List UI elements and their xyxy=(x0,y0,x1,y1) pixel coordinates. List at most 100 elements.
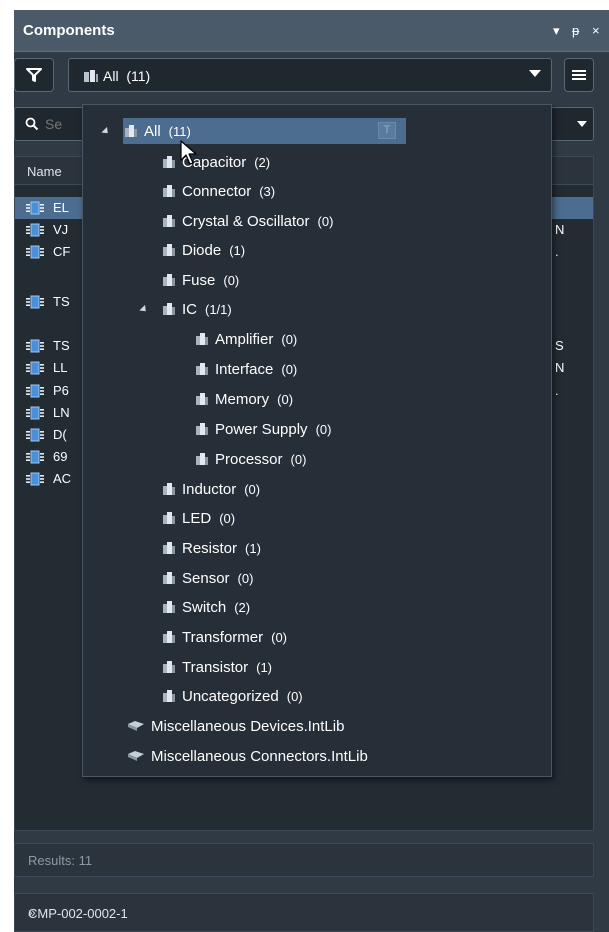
tree-node-fuse[interactable]: Fuse (0) xyxy=(162,267,239,293)
tree-node-label: Transformer xyxy=(182,628,264,646)
component-icon xyxy=(163,303,175,315)
chip-icon xyxy=(26,406,44,420)
tree-node-inductor[interactable]: Inductor (0) xyxy=(162,476,260,502)
tree-node-crystal-oscillator[interactable]: Crystal & Oscillator (0) xyxy=(162,208,333,234)
tree-node-count: (0) xyxy=(223,272,240,288)
tree-node-count: (0) xyxy=(271,629,288,645)
tree-node-label: Interface xyxy=(215,360,274,378)
panel-menu-arrow-icon[interactable]: ▾ xyxy=(553,23,560,39)
tree-node-memory[interactable]: Memory (0) xyxy=(195,386,293,412)
row-name: LL xyxy=(53,360,68,375)
close-icon[interactable]: × xyxy=(592,23,600,39)
row-extra: N xyxy=(555,222,565,237)
row-name: VJ xyxy=(53,222,69,237)
chip-icon xyxy=(26,450,44,464)
tree-node-count: (0) xyxy=(281,331,298,347)
panel-title: Components xyxy=(23,22,115,39)
row-name: LN xyxy=(53,405,70,420)
component-icon xyxy=(196,393,208,405)
row-name: TS xyxy=(53,294,70,309)
panel-menu-button[interactable] xyxy=(564,58,594,92)
tree-node-count: (1/1) xyxy=(205,301,232,317)
tree-node-label: Resistor xyxy=(182,539,238,557)
pin-icon[interactable]: ᵽ xyxy=(572,23,579,39)
row-extra: . xyxy=(555,383,559,398)
tree-node-count: (3) xyxy=(259,183,276,199)
tree-node-count: (0) xyxy=(237,570,254,586)
tree-node-count: (0) xyxy=(315,421,332,437)
filter-button[interactable] xyxy=(14,58,54,92)
component-icon xyxy=(163,483,175,495)
tree-node-label: LED xyxy=(182,509,212,527)
tree-node-count: (0) xyxy=(286,688,303,704)
tree-node-led[interactable]: LED (0) xyxy=(162,505,235,531)
component-icon xyxy=(163,690,175,702)
chip-icon xyxy=(26,472,44,486)
tree-node-count: (0) xyxy=(290,451,307,467)
component-icon xyxy=(163,631,175,643)
tree-node-switch[interactable]: Switch (2) xyxy=(162,594,250,620)
panel-titlebar: Components ▾ ᵽ × xyxy=(14,10,609,52)
expand-arrow-icon[interactable] xyxy=(101,126,111,136)
tree-node-interface[interactable]: Interface (0) xyxy=(195,356,297,382)
tree-node-library[interactable]: Miscellaneous Connectors.IntLib xyxy=(127,743,368,769)
details-bar[interactable]: CMP-002-0002-1 » xyxy=(14,893,594,932)
expand-chevron-icon[interactable]: » xyxy=(28,904,579,920)
tree-node-label: Processor xyxy=(215,450,283,468)
chip-icon xyxy=(26,384,44,398)
tree-node-count: (1) xyxy=(229,242,246,258)
component-icon xyxy=(163,542,175,554)
row-name: 69 xyxy=(53,449,68,464)
component-icon xyxy=(163,215,175,227)
chip-icon xyxy=(26,245,44,259)
component-icon xyxy=(163,156,175,168)
tree-node-label: Sensor xyxy=(182,569,230,587)
chip-icon xyxy=(26,295,44,309)
category-combo[interactable]: All (11) xyxy=(68,58,552,92)
component-icon xyxy=(163,572,175,584)
component-icon xyxy=(196,333,208,345)
row-extra: . xyxy=(555,244,559,259)
tree-node-processor[interactable]: Processor (0) xyxy=(195,446,306,472)
tree-node-amplifier[interactable]: Amplifier (0) xyxy=(195,326,297,352)
search-options-arrow-icon[interactable] xyxy=(577,121,587,127)
library-icon xyxy=(128,751,144,761)
tree-node-count: (1) xyxy=(245,540,261,556)
tree-node-ic[interactable]: IC (1/1) xyxy=(139,296,232,322)
component-icon xyxy=(163,274,175,286)
combo-arrow-icon[interactable] xyxy=(529,70,541,77)
search-icon xyxy=(25,117,39,131)
row-name: D( xyxy=(53,427,67,442)
expand-arrow-icon[interactable] xyxy=(139,304,149,314)
row-extra: N xyxy=(555,360,565,375)
component-icon xyxy=(125,125,137,137)
tree-node-sensor[interactable]: Sensor (0) xyxy=(162,565,253,591)
row-name: P6 xyxy=(53,383,69,398)
tree-node-label: IC xyxy=(182,300,197,318)
tree-node-transformer[interactable]: Transformer (0) xyxy=(162,624,287,650)
component-icon xyxy=(84,70,98,82)
component-icon xyxy=(196,423,208,435)
filter-icon xyxy=(26,68,42,82)
component-icon xyxy=(163,661,175,673)
tree-node-connector[interactable]: Connector (3) xyxy=(162,178,275,204)
tree-node-diode[interactable]: Diode (1) xyxy=(162,237,245,263)
tree-node-power-supply[interactable]: Power Supply (0) xyxy=(195,416,331,442)
row-name: AC xyxy=(53,471,72,486)
category-combo-value: All (11) xyxy=(103,68,151,84)
tree-node-count: (0) xyxy=(219,510,236,526)
tree-node-resistor[interactable]: Resistor (1) xyxy=(162,535,261,561)
results-bar: Results: 11 xyxy=(14,843,594,877)
tree-node-label: Miscellaneous Devices.IntLib xyxy=(151,717,345,735)
tree-node-label: Fuse xyxy=(182,271,216,289)
tree-node-count: (0) xyxy=(244,481,261,497)
tree-node-library[interactable]: Miscellaneous Devices.IntLib xyxy=(127,713,344,739)
chip-icon xyxy=(26,201,44,215)
tree-node-count: (0) xyxy=(281,361,298,377)
tree-node-transistor[interactable]: Transistor (1) xyxy=(162,654,272,680)
tree-node-uncategorized[interactable]: Uncategorized (0) xyxy=(162,683,303,709)
tree-node-capacitor[interactable]: Capacitor (2) xyxy=(162,149,270,175)
filter-toggle-icon[interactable]: T xyxy=(378,122,396,139)
tree-node-all[interactable]: All (11) xyxy=(101,118,191,144)
tree-node-label: Miscellaneous Connectors.IntLib xyxy=(151,747,368,765)
